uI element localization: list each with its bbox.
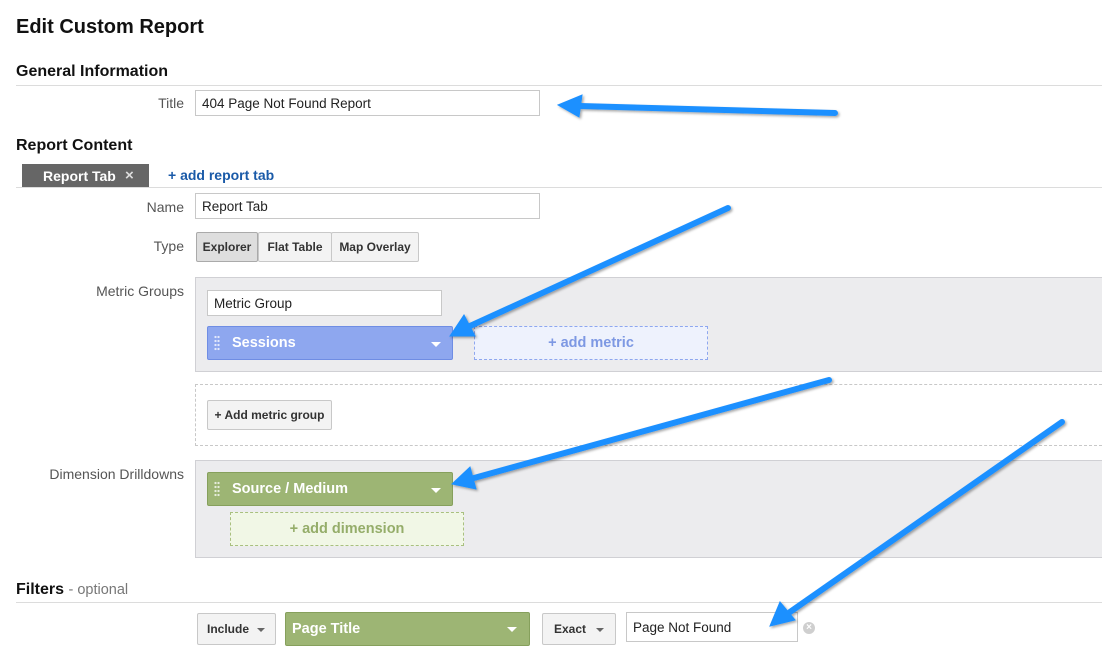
dimension-drilldowns-label: Dimension Drilldowns [49, 466, 184, 482]
tab-report-tab[interactable]: Report Tab × [22, 164, 149, 188]
chevron-down-icon[interactable] [431, 342, 441, 347]
filters-divider [16, 602, 1102, 603]
type-map-overlay-button[interactable]: Map Overlay [331, 232, 419, 262]
chevron-down-icon[interactable] [507, 627, 517, 632]
filters-optional-label: - optional [68, 582, 129, 598]
chevron-down-icon[interactable] [596, 628, 604, 632]
type-explorer-button[interactable]: Explorer [196, 232, 258, 262]
metric-chip-sessions[interactable]: Sessions [207, 326, 453, 360]
general-info-heading: General Information [16, 63, 169, 80]
drag-handle-icon[interactable] [214, 481, 220, 497]
tab-label: Report Tab [43, 168, 116, 184]
page-title: Edit Custom Report [16, 16, 204, 38]
name-input[interactable] [195, 193, 540, 219]
title-input[interactable] [195, 90, 540, 116]
type-label: Type [153, 238, 184, 254]
filter-dimension-label: Page Title [292, 621, 361, 637]
add-dimension-button[interactable]: + add dimension [230, 512, 464, 546]
add-report-tab-link[interactable]: + add report tab [168, 167, 274, 183]
include-select-label: Include [207, 622, 250, 636]
include-select[interactable]: Include [197, 613, 276, 645]
dimension-chip-label: Source / Medium [232, 481, 349, 497]
close-icon[interactable]: × [125, 164, 134, 188]
type-flat-table-button[interactable]: Flat Table [258, 232, 332, 262]
drag-handle-icon[interactable] [214, 335, 220, 351]
filters-heading-row: Filters - optional [16, 581, 128, 599]
dimension-chip-source-medium[interactable]: Source / Medium [207, 472, 453, 506]
add-metric-group-button[interactable]: + Add metric group [207, 400, 332, 430]
filters-heading: Filters [16, 581, 65, 598]
arrow-1-head [556, 94, 583, 118]
filter-dimension-select[interactable]: Page Title [285, 612, 530, 646]
title-label: Title [158, 95, 184, 111]
chevron-down-icon[interactable] [257, 628, 265, 632]
metric-chip-label: Sessions [232, 335, 296, 351]
tab-divider [16, 187, 1102, 188]
report-content-heading: Report Content [16, 137, 133, 154]
metric-groups-label: Metric Groups [96, 283, 184, 299]
clear-icon[interactable]: × [803, 622, 815, 634]
filter-value-input[interactable] [626, 612, 798, 642]
section-divider [16, 85, 1102, 86]
name-label: Name [146, 199, 184, 215]
arrow-1-shaft [577, 103, 838, 116]
metric-group-name-input[interactable] [207, 290, 442, 316]
match-type-label: Exact [554, 622, 587, 636]
chevron-down-icon[interactable] [431, 488, 441, 493]
add-metric-button[interactable]: + add metric [474, 326, 708, 360]
match-type-select[interactable]: Exact [542, 613, 616, 645]
